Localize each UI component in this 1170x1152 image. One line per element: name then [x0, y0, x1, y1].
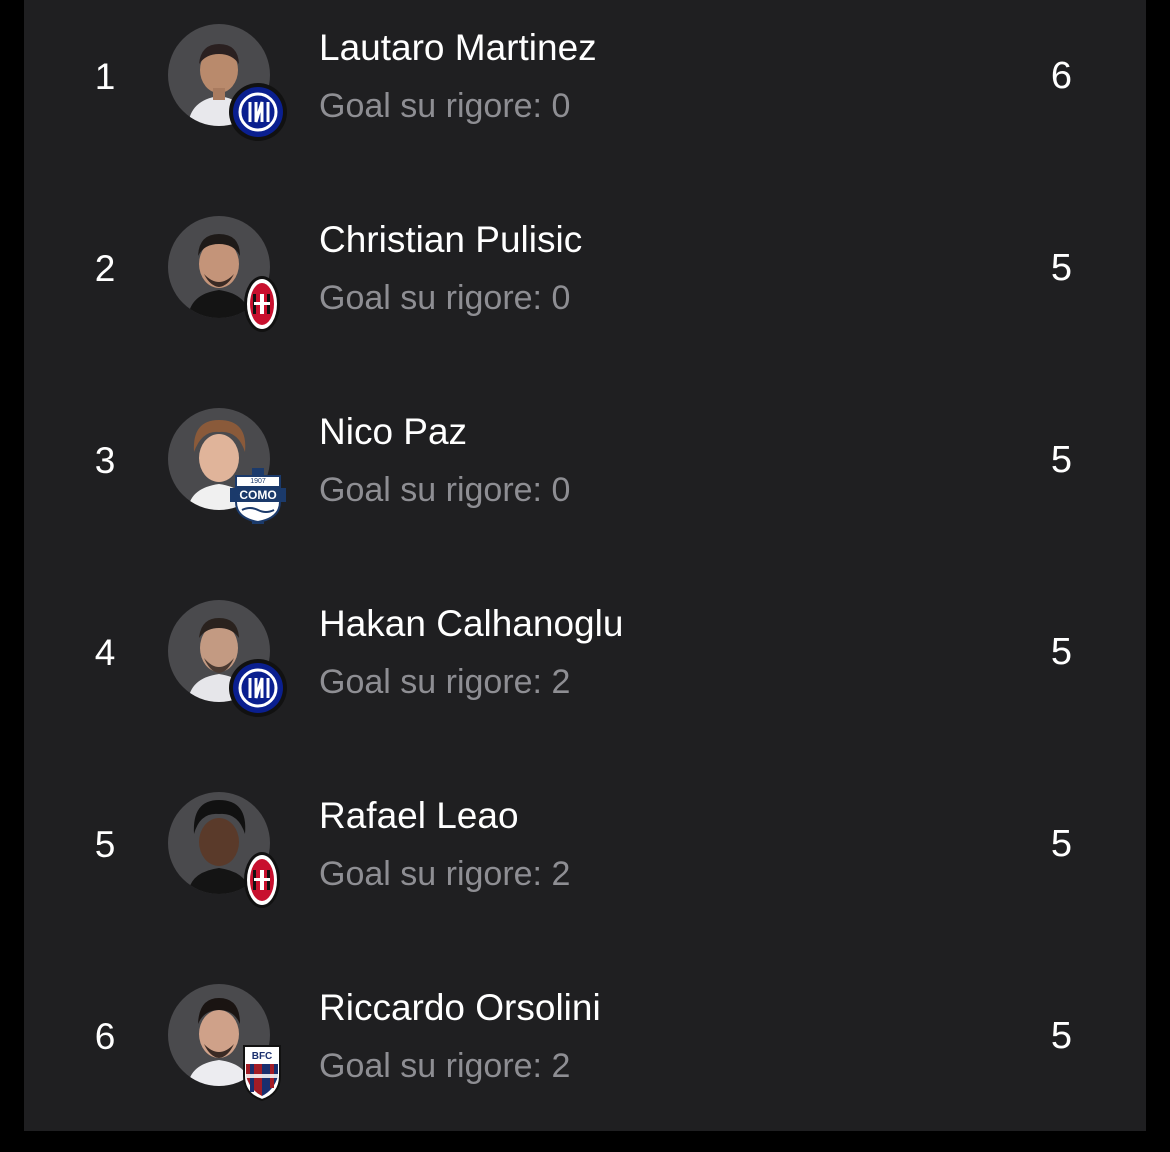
player-name: Hakan Calhanoglu — [319, 603, 624, 644]
scorers-card: 1 Lautaro Martinez Goal su rigore: 0 6 2… — [24, 0, 1146, 1131]
goals-count: 5 — [1050, 439, 1072, 481]
player-row[interactable]: 3 COMO 1907 Nico Paz Goal su rigore: 0 5 — [24, 384, 1146, 576]
rank-number: 3 — [94, 440, 116, 481]
milan-crest-icon — [228, 274, 288, 334]
player-name: Riccardo Orsolini — [319, 987, 601, 1028]
player-name: Lautaro Martinez — [319, 27, 597, 68]
goals-count: 5 — [1050, 823, 1072, 865]
player-row[interactable]: 6 BFC Riccardo Orsolini Goal su rigore: … — [24, 960, 1146, 1152]
como-crest-icon: COMO 1907 — [228, 466, 288, 526]
player-row[interactable]: 5 Rafael Leao Goal su rigore: 2 5 — [24, 768, 1146, 960]
goals-count: 5 — [1050, 631, 1072, 673]
player-avatar: BFC — [168, 984, 281, 1102]
svg-text:1907: 1907 — [250, 478, 266, 485]
player-name: Christian Pulisic — [319, 219, 583, 260]
bologna-crest-icon: BFC — [228, 1042, 288, 1102]
penalty-goals-label: Goal su rigore: 2 — [319, 855, 571, 893]
penalty-goals-label: Goal su rigore: 0 — [319, 279, 571, 317]
player-avatar: COMO 1907 — [168, 408, 286, 524]
player-row[interactable]: 1 Lautaro Martinez Goal su rigore: 0 6 — [24, 0, 1146, 192]
svg-text:BFC: BFC — [252, 1051, 273, 1062]
player-avatar — [168, 792, 280, 908]
inter-crest-icon — [228, 82, 288, 142]
player-name: Rafael Leao — [319, 795, 519, 836]
penalty-goals-label: Goal su rigore: 0 — [319, 471, 571, 509]
player-name: Nico Paz — [319, 411, 468, 452]
svg-text:COMO: COMO — [239, 488, 276, 502]
rank-number: 4 — [94, 632, 116, 673]
goals-count: 5 — [1050, 1015, 1072, 1057]
penalty-goals-label: Goal su rigore: 2 — [319, 1047, 571, 1085]
player-row[interactable]: 2 Christian Pulisic Goal su rigore: 0 5 — [24, 192, 1146, 384]
player-avatar — [168, 600, 287, 717]
rank-number: 6 — [94, 1016, 116, 1057]
penalty-goals-label: Goal su rigore: 2 — [319, 663, 571, 701]
penalty-goals-label: Goal su rigore: 0 — [319, 87, 571, 125]
player-avatar — [168, 216, 280, 332]
player-avatar — [168, 24, 287, 141]
rank-number: 5 — [94, 824, 116, 865]
player-row[interactable]: 4 Hakan Calhanoglu Goal su rigore: 2 5 — [24, 576, 1146, 768]
milan-crest-icon — [228, 850, 288, 910]
inter-crest-icon — [228, 658, 288, 718]
rank-number: 1 — [94, 56, 116, 97]
goals-count: 5 — [1050, 247, 1072, 289]
goals-count: 6 — [1050, 55, 1072, 97]
rank-number: 2 — [94, 248, 116, 289]
